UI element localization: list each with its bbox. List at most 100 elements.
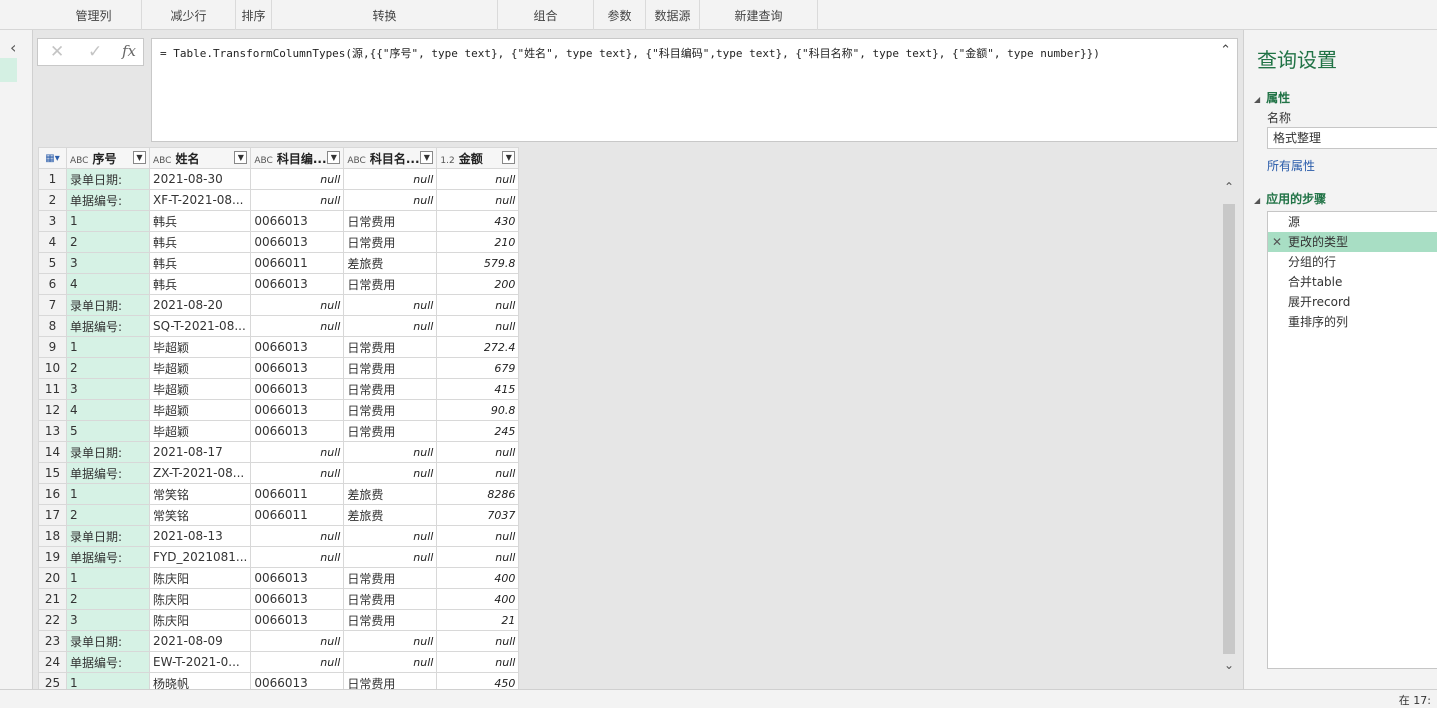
cell-amount[interactable]: null <box>436 168 520 190</box>
cell-amount[interactable]: 200 <box>436 273 520 295</box>
table-row[interactable]: 6 4 韩兵 0066013 日常费用 200 <box>38 273 520 295</box>
cell-subject-code[interactable]: null <box>250 168 345 190</box>
applied-step[interactable]: 重排序的列 <box>1268 312 1437 332</box>
cell-subject-code[interactable]: null <box>250 630 345 652</box>
cell-seq[interactable]: 录单日期: <box>66 168 150 190</box>
cell-amount[interactable]: 415 <box>436 378 520 400</box>
cell-amount[interactable]: null <box>436 651 520 673</box>
all-properties-link[interactable]: 所有属性 <box>1267 157 1315 174</box>
cell-name[interactable]: SQ-T-2021-08... <box>148 315 252 337</box>
cell-amount[interactable]: null <box>436 525 520 547</box>
cell-amount[interactable]: null <box>436 189 520 211</box>
cell-subject-code[interactable]: 0066013 <box>250 609 345 631</box>
table-row[interactable]: 8 单据编号: SQ-T-2021-08... null null null <box>38 315 520 337</box>
cell-amount[interactable]: null <box>436 441 520 463</box>
column-filter-dropdown-icon[interactable]: ▼ <box>327 151 341 164</box>
cell-name[interactable]: XF-T-2021-08... <box>148 189 252 211</box>
collapse-triangle-icon[interactable]: ◢ <box>1254 95 1260 104</box>
table-row[interactable]: 15 单据编号: ZX-T-2021-08... null null null <box>38 462 520 484</box>
cell-amount[interactable]: 7037 <box>436 504 520 526</box>
cell-name[interactable]: 韩兵 <box>148 273 252 295</box>
cell-subject-code[interactable]: null <box>250 546 345 568</box>
table-row[interactable]: 9 1 毕超颖 0066013 日常费用 272.4 <box>38 336 520 358</box>
cell-subject-name[interactable]: null <box>343 462 438 484</box>
table-row[interactable]: 4 2 韩兵 0066013 日常费用 210 <box>38 231 520 253</box>
cell-subject-name[interactable]: 日常费用 <box>343 336 438 358</box>
cell-seq[interactable]: 2 <box>66 504 150 526</box>
cell-amount[interactable]: 579.8 <box>436 252 520 274</box>
cell-subject-code[interactable]: 0066013 <box>250 210 345 232</box>
cell-amount[interactable]: null <box>436 294 520 316</box>
cell-name[interactable]: 韩兵 <box>148 252 252 274</box>
cell-subject-code[interactable]: 0066013 <box>250 357 345 379</box>
ribbon-group-transform[interactable]: 转换 <box>272 0 498 30</box>
cell-subject-code[interactable]: null <box>250 441 345 463</box>
cell-name[interactable]: 常笑铭 <box>148 483 252 505</box>
applied-step[interactable]: 合并table <box>1268 272 1437 292</box>
cell-name[interactable]: 毕超颖 <box>148 336 252 358</box>
cell-subject-code[interactable]: null <box>250 189 345 211</box>
applied-step[interactable]: 分组的行 <box>1268 252 1437 272</box>
cell-subject-code[interactable]: 0066013 <box>250 399 345 421</box>
table-row[interactable]: 17 2 常笑铭 0066011 差旅费 7037 <box>38 504 520 526</box>
collapse-formula-chevron-up-icon[interactable]: ⌃ <box>1220 43 1231 58</box>
cell-subject-code[interactable]: 0066013 <box>250 588 345 610</box>
cell-name[interactable]: 毕超颖 <box>148 378 252 400</box>
cell-seq[interactable]: 1 <box>66 483 150 505</box>
cell-subject-name[interactable]: null <box>343 630 438 652</box>
column-filter-dropdown-icon[interactable]: ▼ <box>133 151 146 164</box>
cell-subject-name[interactable]: 日常费用 <box>343 357 438 379</box>
cell-seq[interactable]: 1 <box>66 336 150 358</box>
cell-seq[interactable]: 录单日期: <box>66 294 150 316</box>
cell-subject-name[interactable]: 日常费用 <box>343 567 438 589</box>
cell-name[interactable]: 2021-08-17 <box>148 441 252 463</box>
cell-amount[interactable]: null <box>436 315 520 337</box>
table-row[interactable]: 21 2 陈庆阳 0066013 日常费用 400 <box>38 588 520 610</box>
cell-amount[interactable]: 272.4 <box>436 336 520 358</box>
cell-amount[interactable]: 679 <box>436 357 520 379</box>
table-row[interactable]: 1 录单日期: 2021-08-30 null null null <box>38 168 520 190</box>
table-row[interactable]: 14 录单日期: 2021-08-17 null null null <box>38 441 520 463</box>
ribbon-group-parameters[interactable]: 参数 <box>594 0 646 30</box>
number-type-icon[interactable]: 1.2 <box>440 156 454 166</box>
cell-subject-code[interactable]: 0066011 <box>250 483 345 505</box>
cell-name[interactable]: 常笑铭 <box>148 504 252 526</box>
cell-name[interactable]: 2021-08-09 <box>148 630 252 652</box>
applied-step[interactable]: ✕ 更改的类型 <box>1268 232 1437 252</box>
cell-subject-code[interactable]: null <box>250 651 345 673</box>
table-menu-icon[interactable]: ▦▾ <box>38 147 67 169</box>
column-header[interactable]: ABC 科目名... ▼ <box>343 147 438 169</box>
delete-step-icon[interactable]: ✕ <box>1272 232 1282 252</box>
ribbon-group-manage-columns[interactable]: 管理列 <box>46 0 142 30</box>
cell-seq[interactable]: 3 <box>66 378 150 400</box>
cell-name[interactable]: 毕超颖 <box>148 399 252 421</box>
ribbon-group-combine[interactable]: 组合 <box>498 0 594 30</box>
column-filter-dropdown-icon[interactable]: ▼ <box>234 151 248 164</box>
cell-name[interactable]: EW-T-2021-0... <box>148 651 252 673</box>
cell-name[interactable]: 陈庆阳 <box>148 567 252 589</box>
cell-amount[interactable]: 21 <box>436 609 520 631</box>
applied-step[interactable]: 展开record <box>1268 292 1437 312</box>
cell-name[interactable]: 毕超颖 <box>148 420 252 442</box>
cell-subject-name[interactable]: 差旅费 <box>343 504 438 526</box>
cell-name[interactable]: FYD_2021081... <box>148 546 252 568</box>
cell-amount[interactable]: 245 <box>436 420 520 442</box>
cell-amount[interactable]: 430 <box>436 210 520 232</box>
cell-subject-code[interactable]: 0066013 <box>250 336 345 358</box>
cell-name[interactable]: 毕超颖 <box>148 357 252 379</box>
commit-formula-icon[interactable]: ✓ <box>88 42 102 62</box>
table-row[interactable]: 5 3 韩兵 0066011 差旅费 579.8 <box>38 252 520 274</box>
cell-amount[interactable]: 210 <box>436 231 520 253</box>
cell-seq[interactable]: 单据编号: <box>66 462 150 484</box>
cell-seq[interactable]: 单据编号: <box>66 315 150 337</box>
text-type-icon[interactable]: ABC <box>153 156 171 166</box>
cell-seq[interactable]: 4 <box>66 399 150 421</box>
scroll-up-chevron-icon[interactable]: ⌃ <box>1224 180 1234 194</box>
cell-subject-code[interactable]: null <box>250 315 345 337</box>
cell-seq[interactable]: 录单日期: <box>66 441 150 463</box>
cell-amount[interactable]: null <box>436 546 520 568</box>
cell-subject-code[interactable]: null <box>250 525 345 547</box>
text-type-icon[interactable]: ABC <box>254 156 272 166</box>
cell-name[interactable]: 韩兵 <box>148 231 252 253</box>
table-row[interactable]: 16 1 常笑铭 0066011 差旅费 8286 <box>38 483 520 505</box>
